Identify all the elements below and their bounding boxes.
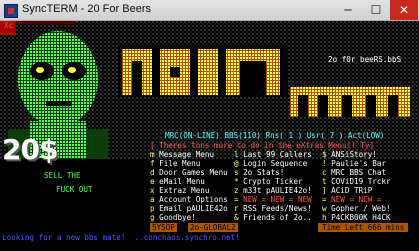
menu-item-col3-6[interactable]: w Gopher / Web! (322, 204, 391, 213)
menu-hotkey: * (234, 177, 244, 186)
menu-label: ANSiStory! (331, 150, 377, 159)
menu-item-col3-4[interactable]: ] ACiD TRiP (322, 186, 372, 195)
status-line: MRC(ON-LINE) BBS(110) Rns( 1 ) Usr( 7 ) … (165, 131, 385, 140)
menu-item-col1-3[interactable]: e eMail Menu (150, 177, 205, 186)
menu-hotkey: ] (322, 186, 332, 195)
menu-item-col2-0[interactable]: l Last 99 Callers (234, 150, 312, 159)
extras-notice: [ Theres tons more to do in the eXtras M… (150, 141, 375, 150)
menu-item-col2-6[interactable]: r RSS Feeds/News! (234, 204, 312, 213)
menu-label: m33t pAULIE42o! (243, 186, 312, 195)
menu-label: Gopher / Web! (331, 204, 391, 213)
menu-hotkey: t (322, 177, 332, 186)
time-left: Time Left 666 mins (318, 223, 409, 232)
menu-label: Message Menu (159, 150, 215, 159)
menu-item-col3-1[interactable]: ! Paulie's Bar (322, 159, 386, 168)
menu-hotkey: l (234, 150, 244, 159)
menu-item-col1-7[interactable]: g Goodbye! (150, 213, 196, 222)
menu-label: Friends of 2o.. (243, 213, 312, 222)
network-tag: 2o-GLOBAL2 (188, 223, 238, 232)
menu-label: P4CKB00K H4CK (331, 213, 391, 222)
sell-text-2: FUCK OUT (56, 185, 93, 194)
menu-label: Goodbye! (159, 213, 196, 222)
menu-label: RSS Feeds/News! (243, 204, 312, 213)
sell-text-1: SELL THE (44, 171, 81, 180)
menu-hotkey: @ (234, 159, 244, 168)
menu-item-col2-5[interactable]: = NEW = NEW = NEW (234, 195, 312, 204)
menu-label: Last 99 Callers (243, 150, 312, 159)
menu-hotkey: m (150, 150, 160, 159)
minimize-button[interactable]: ─ (334, 0, 362, 20)
tagline: 2o f0r beeRS.bbS (328, 55, 402, 64)
menu-item-col1-0[interactable]: m Message Menu (150, 150, 214, 159)
menu-item-col2-1[interactable]: @ Login Sequence (234, 159, 307, 168)
menu-label: Email pAULIE42o (159, 204, 228, 213)
menu-label: eMail Menu (159, 177, 205, 186)
menu-label: NEW = NEW = (331, 195, 382, 204)
menu-item-col3-5[interactable]: = NEW = NEW = (322, 195, 381, 204)
menu-item-col1-5[interactable]: a Account Options (150, 195, 228, 204)
menu-hotkey: = (322, 195, 332, 204)
menu-hotkey: ! (322, 159, 332, 168)
menu-hotkey: p (150, 204, 160, 213)
menu-item-col1-2[interactable]: d Door Games Menu (150, 168, 228, 177)
menu-hotkey: & (234, 213, 244, 222)
menu-label: ACiD TRiP (331, 186, 373, 195)
window-title: SyncTERM - 20 For Beers (22, 3, 151, 15)
menu-item-col1-6[interactable]: p Email pAULIE42o (150, 204, 228, 213)
menu-label: Login Sequence (243, 159, 308, 168)
menu-hotkey: z (234, 186, 244, 195)
menu-hotkey: w (322, 204, 332, 213)
xc-label: Xc (4, 21, 14, 30)
menu-label: Crypto Ticker (243, 177, 303, 186)
menu-item-col3-0[interactable]: $ ANSiStory! (322, 150, 377, 159)
menu-logo (290, 87, 410, 117)
menu-hotkey: = (234, 195, 244, 204)
menu-hotkey: $ (322, 150, 332, 159)
menu-hotkey: h (322, 213, 332, 222)
menu-item-col1-1[interactable]: f File Menu (150, 159, 200, 168)
title-bar[interactable]: SyncTERM - 20 For Beers ─ ☐ ✕ (0, 0, 419, 21)
menu-hotkey: f (150, 159, 160, 168)
menu-label: Door Games Menu (159, 168, 228, 177)
sysop-tag: SYSOP (150, 223, 177, 232)
menu-item-col2-4[interactable]: z m33t pAULIE42o! (234, 186, 312, 195)
menu-item-col3-2[interactable]: c MRC BBS Chat (322, 168, 386, 177)
menu-label: Extraz Menu (159, 186, 210, 195)
price-art: 20$ (2, 133, 58, 166)
syncterm-app-icon (4, 4, 18, 18)
footer-line: Looking for a new bbs mate! ..conchaos.s… (2, 233, 240, 242)
syncterm-window: SyncTERM - 20 For Beers ─ ☐ ✕ Xc 2o f0r … (0, 0, 419, 251)
menu-item-col2-3[interactable]: * Crypto Ticker (234, 177, 303, 186)
menu-label: MRC BBS Chat (331, 168, 387, 177)
menu-hotkey: r (234, 204, 244, 213)
menu-hotkey: c (322, 168, 332, 177)
menu-item-col2-2[interactable]: s 2o Stats! (234, 168, 284, 177)
menu-label: 2o Stats! (243, 168, 285, 177)
menu-hotkey: x (150, 186, 160, 195)
menu-item-col2-7[interactable]: & Friends of 2o.. (234, 213, 312, 222)
maximize-button[interactable]: ☐ (362, 0, 390, 20)
menu-hotkey: e (150, 177, 160, 186)
menu-item-col3-7[interactable]: h P4CKB00K H4CK (322, 213, 391, 222)
menu-label: NEW = NEW = NEW (243, 195, 312, 204)
menu-hotkey: s (234, 168, 244, 177)
main-logo (118, 45, 288, 97)
menu-hotkey: g (150, 213, 160, 222)
menu-label: Account Options (159, 195, 228, 204)
close-button[interactable]: ✕ (390, 0, 418, 20)
menu-hotkey: a (150, 195, 160, 204)
menu-label: File Menu (159, 159, 201, 168)
menu-item-col1-4[interactable]: x Extraz Menu (150, 186, 209, 195)
menu-hotkey: d (150, 168, 160, 177)
menu-label: COViD19 Trckr (331, 177, 391, 186)
menu-label: Paulie's Bar (331, 159, 387, 168)
menu-item-col3-3[interactable]: t COViD19 Trckr (322, 177, 391, 186)
terminal-screen[interactable]: Xc 2o f0r beeRS.bbS 20$ SELL THE FUCK OU… (0, 21, 419, 251)
